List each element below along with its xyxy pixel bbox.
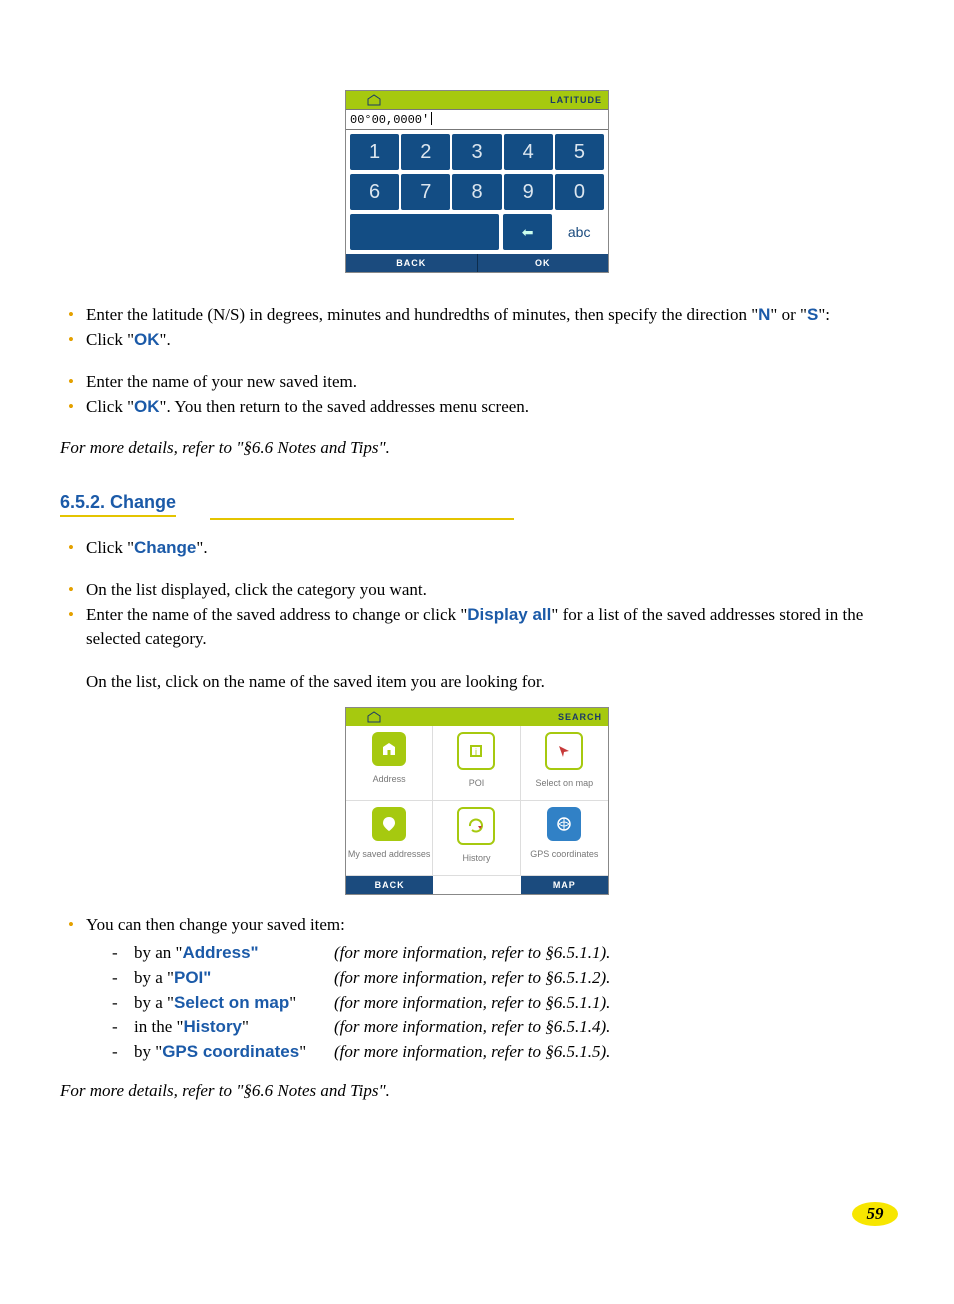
keypad-back-button[interactable]: BACK [346, 254, 478, 272]
search-header: SEARCH [346, 708, 608, 726]
keypad-input-row: 00°00,0000' [346, 109, 608, 130]
key-4[interactable]: 4 [504, 134, 553, 170]
search-footer-spacer [433, 876, 520, 894]
search-address-label: Address [346, 770, 432, 790]
poi-icon: i [457, 732, 495, 770]
address-icon [372, 732, 406, 766]
manual-page: LATITUDE 00°00,0000' 1 2 3 4 5 6 7 8 9 0 [0, 0, 954, 1304]
home-icon [346, 708, 402, 726]
select-on-map-icon [545, 732, 583, 770]
keypad-ok-button[interactable]: OK [478, 254, 609, 272]
search-gps-coordinates-label: GPS coordinates [521, 845, 608, 865]
home-icon [346, 91, 402, 109]
instruction-list-1: Enter the latitude (N/S) in degrees, min… [60, 303, 894, 352]
change-option-select-on-map: - by a "Select on map" (for more informa… [106, 991, 894, 1016]
keypad-header: LATITUDE [346, 91, 608, 109]
backspace-icon: ⬅ [522, 224, 534, 241]
instruction-list-2: Enter the name of your new saved item. C… [60, 370, 894, 419]
search-select-on-map-label: Select on map [521, 774, 608, 794]
change-option-gps-coordinates: - by "GPS coordinates" (for more informa… [106, 1040, 894, 1065]
n-label: N [758, 305, 770, 324]
search-history-label: History [433, 849, 519, 869]
search-saved-addresses-label: My saved addresses [346, 845, 432, 865]
latitude-input-value: 00°00,0000' [350, 112, 432, 127]
search-map-button[interactable]: MAP [521, 876, 608, 894]
instruction-enter-name: Enter the name of your new saved item. [66, 370, 894, 395]
change-option-poi: - by a "POI" (for more information, refe… [106, 966, 894, 991]
instruction-list-4: On the list displayed, click the categor… [60, 578, 894, 652]
search-footer: BACK MAP [346, 876, 608, 894]
instruction-enter-latitude: Enter the latitude (N/S) in degrees, min… [66, 303, 894, 328]
page-number: 59 [867, 1204, 884, 1224]
key-3[interactable]: 3 [452, 134, 501, 170]
display-all-label: Display all [467, 605, 551, 624]
key-2[interactable]: 2 [401, 134, 450, 170]
instruction-list-3: Click "Change". [60, 536, 894, 561]
search-gps-coordinates-button[interactable]: GPS coordinates [521, 801, 608, 876]
instruction-change-intro: You can then change your saved item: - b… [66, 913, 894, 1065]
search-grid: Address i POI Select on map My saved add… [346, 726, 608, 876]
ok-label-2: OK [134, 397, 160, 416]
ok-label: OK [134, 330, 160, 349]
s-label: S [807, 305, 818, 324]
saved-addresses-icon [372, 807, 406, 841]
latitude-keypad-screenshot: LATITUDE 00°00,0000' 1 2 3 4 5 6 7 8 9 0 [345, 90, 609, 273]
key-6[interactable]: 6 [350, 174, 399, 210]
search-history-button[interactable]: History [433, 801, 520, 876]
change-option-history: - in the "History" (for more information… [106, 1015, 894, 1040]
gps-coordinates-icon [547, 807, 581, 841]
key-0[interactable]: 0 [555, 174, 604, 210]
keypad-grid: 1 2 3 4 5 6 7 8 9 0 ⬅ abc [346, 130, 608, 254]
svg-text:i: i [475, 747, 477, 757]
abc-key[interactable]: abc [554, 214, 604, 250]
section-heading-change: 6.5.2. Change [60, 492, 894, 520]
keypad-spacer [350, 214, 499, 250]
instruction-list-5: You can then change your saved item: - b… [60, 913, 894, 1065]
instruction-click-category: On the list displayed, click the categor… [66, 578, 894, 603]
search-poi-label: POI [433, 774, 519, 794]
search-title: SEARCH [402, 712, 608, 722]
search-menu-screenshot: SEARCH Address i POI Select on map [345, 707, 609, 895]
search-select-on-map-button[interactable]: Select on map [521, 726, 608, 801]
search-saved-addresses-button[interactable]: My saved addresses [346, 801, 433, 876]
key-7[interactable]: 7 [401, 174, 450, 210]
note-1: For more details, refer to "§6.6 Notes a… [60, 438, 894, 458]
search-back-button[interactable]: BACK [346, 876, 433, 894]
key-9[interactable]: 9 [504, 174, 553, 210]
key-8[interactable]: 8 [452, 174, 501, 210]
keypad-footer: BACK OK [346, 254, 608, 272]
instruction-display-all: Enter the name of the saved address to c… [66, 603, 894, 652]
instruction-click-ok-1: Click "OK". [66, 328, 894, 353]
history-icon [457, 807, 495, 845]
search-poi-button[interactable]: i POI [433, 726, 520, 801]
page-number-badge: 59 [852, 1202, 898, 1226]
backspace-key[interactable]: ⬅ [503, 214, 553, 250]
search-address-button[interactable]: Address [346, 726, 433, 801]
change-label: Change [134, 538, 196, 557]
key-1[interactable]: 1 [350, 134, 399, 170]
instruction-click-saved-name: On the list, click on the name of the sa… [60, 670, 894, 695]
change-option-address: - by an "Address" (for more information,… [106, 941, 894, 966]
instruction-click-ok-2: Click "OK". You then return to the saved… [66, 395, 894, 420]
change-options-list: - by an "Address" (for more information,… [106, 941, 894, 1064]
section-heading-text: 6.5.2. Change [60, 492, 176, 517]
instruction-click-change: Click "Change". [66, 536, 894, 561]
note-2: For more details, refer to "§6.6 Notes a… [60, 1081, 894, 1101]
key-5[interactable]: 5 [555, 134, 604, 170]
keypad-title: LATITUDE [402, 95, 608, 105]
